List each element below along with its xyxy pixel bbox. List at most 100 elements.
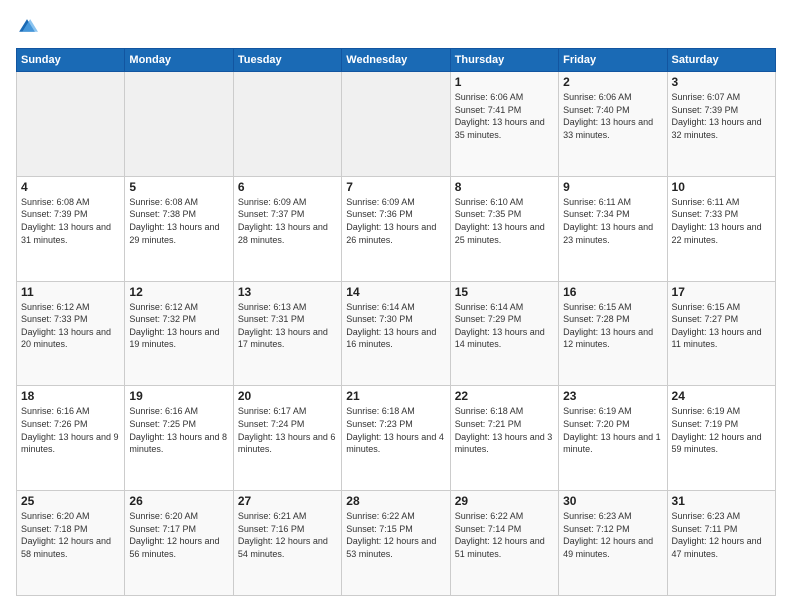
calendar-cell: 5 Sunrise: 6:08 AMSunset: 7:38 PMDaylight… bbox=[125, 176, 233, 281]
calendar-cell bbox=[125, 72, 233, 177]
day-info: Sunrise: 6:08 AMSunset: 7:38 PMDaylight:… bbox=[129, 196, 228, 246]
week-row-5: 25 Sunrise: 6:20 AMSunset: 7:18 PMDayligh… bbox=[17, 491, 776, 596]
calendar-cell: 18 Sunrise: 6:16 AMSunset: 7:26 PMDayligh… bbox=[17, 386, 125, 491]
day-info: Sunrise: 6:20 AMSunset: 7:18 PMDaylight:… bbox=[21, 510, 120, 560]
day-number: 24 bbox=[672, 389, 771, 403]
day-number: 6 bbox=[238, 180, 337, 194]
day-number: 13 bbox=[238, 285, 337, 299]
day-number: 20 bbox=[238, 389, 337, 403]
header bbox=[16, 16, 776, 38]
calendar-cell: 7 Sunrise: 6:09 AMSunset: 7:36 PMDaylight… bbox=[342, 176, 450, 281]
calendar-table: SundayMondayTuesdayWednesdayThursdayFrid… bbox=[16, 48, 776, 596]
weekday-header-thursday: Thursday bbox=[450, 49, 558, 72]
calendar-cell: 23Sunrise: 6:19 AMSunset: 7:20 PMDayligh… bbox=[559, 386, 667, 491]
day-number: 5 bbox=[129, 180, 228, 194]
day-info: Sunrise: 6:14 AMSunset: 7:29 PMDaylight:… bbox=[455, 301, 554, 351]
calendar-cell: 6 Sunrise: 6:09 AMSunset: 7:37 PMDaylight… bbox=[233, 176, 341, 281]
day-number: 14 bbox=[346, 285, 445, 299]
day-number: 29 bbox=[455, 494, 554, 508]
day-info: Sunrise: 6:22 AMSunset: 7:14 PMDaylight:… bbox=[455, 510, 554, 560]
calendar-cell bbox=[233, 72, 341, 177]
calendar-cell: 3Sunrise: 6:07 AMSunset: 7:39 PMDaylight… bbox=[667, 72, 775, 177]
calendar-cell: 28Sunrise: 6:22 AMSunset: 7:15 PMDayligh… bbox=[342, 491, 450, 596]
day-info: Sunrise: 6:16 AMSunset: 7:26 PMDaylight:… bbox=[21, 405, 120, 455]
day-info: Sunrise: 6:16 AMSunset: 7:25 PMDaylight:… bbox=[129, 405, 228, 455]
weekday-header-tuesday: Tuesday bbox=[233, 49, 341, 72]
day-number: 26 bbox=[129, 494, 228, 508]
calendar-cell: 30Sunrise: 6:23 AMSunset: 7:12 PMDayligh… bbox=[559, 491, 667, 596]
week-row-1: 1Sunrise: 6:06 AMSunset: 7:41 PMDaylight… bbox=[17, 72, 776, 177]
day-info: Sunrise: 6:21 AMSunset: 7:16 PMDaylight:… bbox=[238, 510, 337, 560]
calendar-cell: 16 Sunrise: 6:15 AMSunset: 7:28 PMDayligh… bbox=[559, 281, 667, 386]
day-info: Sunrise: 6:18 AMSunset: 7:21 PMDaylight:… bbox=[455, 405, 554, 455]
day-info: Sunrise: 6:11 AMSunset: 7:34 PMDaylight:… bbox=[563, 196, 662, 246]
calendar-cell: 19 Sunrise: 6:16 AMSunset: 7:25 PMDayligh… bbox=[125, 386, 233, 491]
calendar-cell: 10 Sunrise: 6:11 AMSunset: 7:33 PMDayligh… bbox=[667, 176, 775, 281]
day-info: Sunrise: 6:09 AMSunset: 7:37 PMDaylight:… bbox=[238, 196, 337, 246]
calendar-cell: 1Sunrise: 6:06 AMSunset: 7:41 PMDaylight… bbox=[450, 72, 558, 177]
day-info: Sunrise: 6:09 AMSunset: 7:36 PMDaylight:… bbox=[346, 196, 445, 246]
day-info: Sunrise: 6:15 AMSunset: 7:28 PMDaylight:… bbox=[563, 301, 662, 351]
calendar-cell: 29 Sunrise: 6:22 AMSunset: 7:14 PMDayligh… bbox=[450, 491, 558, 596]
day-number: 27 bbox=[238, 494, 337, 508]
day-number: 15 bbox=[455, 285, 554, 299]
calendar-cell: 25 Sunrise: 6:20 AMSunset: 7:18 PMDayligh… bbox=[17, 491, 125, 596]
week-row-2: 4 Sunrise: 6:08 AMSunset: 7:39 PMDaylight… bbox=[17, 176, 776, 281]
day-number: 21 bbox=[346, 389, 445, 403]
day-info: Sunrise: 6:20 AMSunset: 7:17 PMDaylight:… bbox=[129, 510, 228, 560]
logo bbox=[16, 16, 42, 38]
calendar-cell: 8 Sunrise: 6:10 AMSunset: 7:35 PMDaylight… bbox=[450, 176, 558, 281]
weekday-header-monday: Monday bbox=[125, 49, 233, 72]
day-number: 18 bbox=[21, 389, 120, 403]
day-number: 12 bbox=[129, 285, 228, 299]
day-number: 22 bbox=[455, 389, 554, 403]
day-info: Sunrise: 6:17 AMSunset: 7:24 PMDaylight:… bbox=[238, 405, 337, 455]
calendar-cell: 22 Sunrise: 6:18 AMSunset: 7:21 PMDayligh… bbox=[450, 386, 558, 491]
day-number: 3 bbox=[672, 75, 771, 89]
day-number: 7 bbox=[346, 180, 445, 194]
calendar-cell: 12 Sunrise: 6:12 AMSunset: 7:32 PMDayligh… bbox=[125, 281, 233, 386]
day-info: Sunrise: 6:12 AMSunset: 7:33 PMDaylight:… bbox=[21, 301, 120, 351]
day-info: Sunrise: 6:23 AMSunset: 7:11 PMDaylight:… bbox=[672, 510, 771, 560]
calendar-cell: 14 Sunrise: 6:14 AMSunset: 7:30 PMDayligh… bbox=[342, 281, 450, 386]
calendar-cell: 26 Sunrise: 6:20 AMSunset: 7:17 PMDayligh… bbox=[125, 491, 233, 596]
calendar-cell bbox=[342, 72, 450, 177]
day-number: 25 bbox=[21, 494, 120, 508]
day-info: Sunrise: 6:10 AMSunset: 7:35 PMDaylight:… bbox=[455, 196, 554, 246]
day-info: Sunrise: 6:06 AMSunset: 7:41 PMDaylight:… bbox=[455, 91, 554, 141]
calendar-cell: 13Sunrise: 6:13 AMSunset: 7:31 PMDayligh… bbox=[233, 281, 341, 386]
weekday-header-sunday: Sunday bbox=[17, 49, 125, 72]
calendar-cell: 9 Sunrise: 6:11 AMSunset: 7:34 PMDaylight… bbox=[559, 176, 667, 281]
day-info: Sunrise: 6:15 AMSunset: 7:27 PMDaylight:… bbox=[672, 301, 771, 351]
day-info: Sunrise: 6:19 AMSunset: 7:20 PMDaylight:… bbox=[563, 405, 662, 455]
calendar-cell: 21 Sunrise: 6:18 AMSunset: 7:23 PMDayligh… bbox=[342, 386, 450, 491]
weekday-header-row: SundayMondayTuesdayWednesdayThursdayFrid… bbox=[17, 49, 776, 72]
calendar-cell bbox=[17, 72, 125, 177]
day-number: 4 bbox=[21, 180, 120, 194]
day-number: 16 bbox=[563, 285, 662, 299]
calendar-cell: 11Sunrise: 6:12 AMSunset: 7:33 PMDayligh… bbox=[17, 281, 125, 386]
day-info: Sunrise: 6:14 AMSunset: 7:30 PMDaylight:… bbox=[346, 301, 445, 351]
weekday-header-friday: Friday bbox=[559, 49, 667, 72]
week-row-4: 18 Sunrise: 6:16 AMSunset: 7:26 PMDayligh… bbox=[17, 386, 776, 491]
day-number: 19 bbox=[129, 389, 228, 403]
day-number: 10 bbox=[672, 180, 771, 194]
calendar-cell: 24 Sunrise: 6:19 AMSunset: 7:19 PMDayligh… bbox=[667, 386, 775, 491]
day-number: 17 bbox=[672, 285, 771, 299]
page: SundayMondayTuesdayWednesdayThursdayFrid… bbox=[0, 0, 792, 612]
day-info: Sunrise: 6:11 AMSunset: 7:33 PMDaylight:… bbox=[672, 196, 771, 246]
calendar-cell: 20 Sunrise: 6:17 AMSunset: 7:24 PMDayligh… bbox=[233, 386, 341, 491]
day-info: Sunrise: 6:12 AMSunset: 7:32 PMDaylight:… bbox=[129, 301, 228, 351]
day-info: Sunrise: 6:08 AMSunset: 7:39 PMDaylight:… bbox=[21, 196, 120, 246]
week-row-3: 11Sunrise: 6:12 AMSunset: 7:33 PMDayligh… bbox=[17, 281, 776, 386]
day-info: Sunrise: 6:23 AMSunset: 7:12 PMDaylight:… bbox=[563, 510, 662, 560]
weekday-header-wednesday: Wednesday bbox=[342, 49, 450, 72]
day-number: 9 bbox=[563, 180, 662, 194]
day-number: 8 bbox=[455, 180, 554, 194]
calendar-cell: 15 Sunrise: 6:14 AMSunset: 7:29 PMDayligh… bbox=[450, 281, 558, 386]
day-info: Sunrise: 6:18 AMSunset: 7:23 PMDaylight:… bbox=[346, 405, 445, 455]
calendar-cell: 27 Sunrise: 6:21 AMSunset: 7:16 PMDayligh… bbox=[233, 491, 341, 596]
day-number: 2 bbox=[563, 75, 662, 89]
calendar-cell: 4 Sunrise: 6:08 AMSunset: 7:39 PMDaylight… bbox=[17, 176, 125, 281]
day-info: Sunrise: 6:19 AMSunset: 7:19 PMDaylight:… bbox=[672, 405, 771, 455]
